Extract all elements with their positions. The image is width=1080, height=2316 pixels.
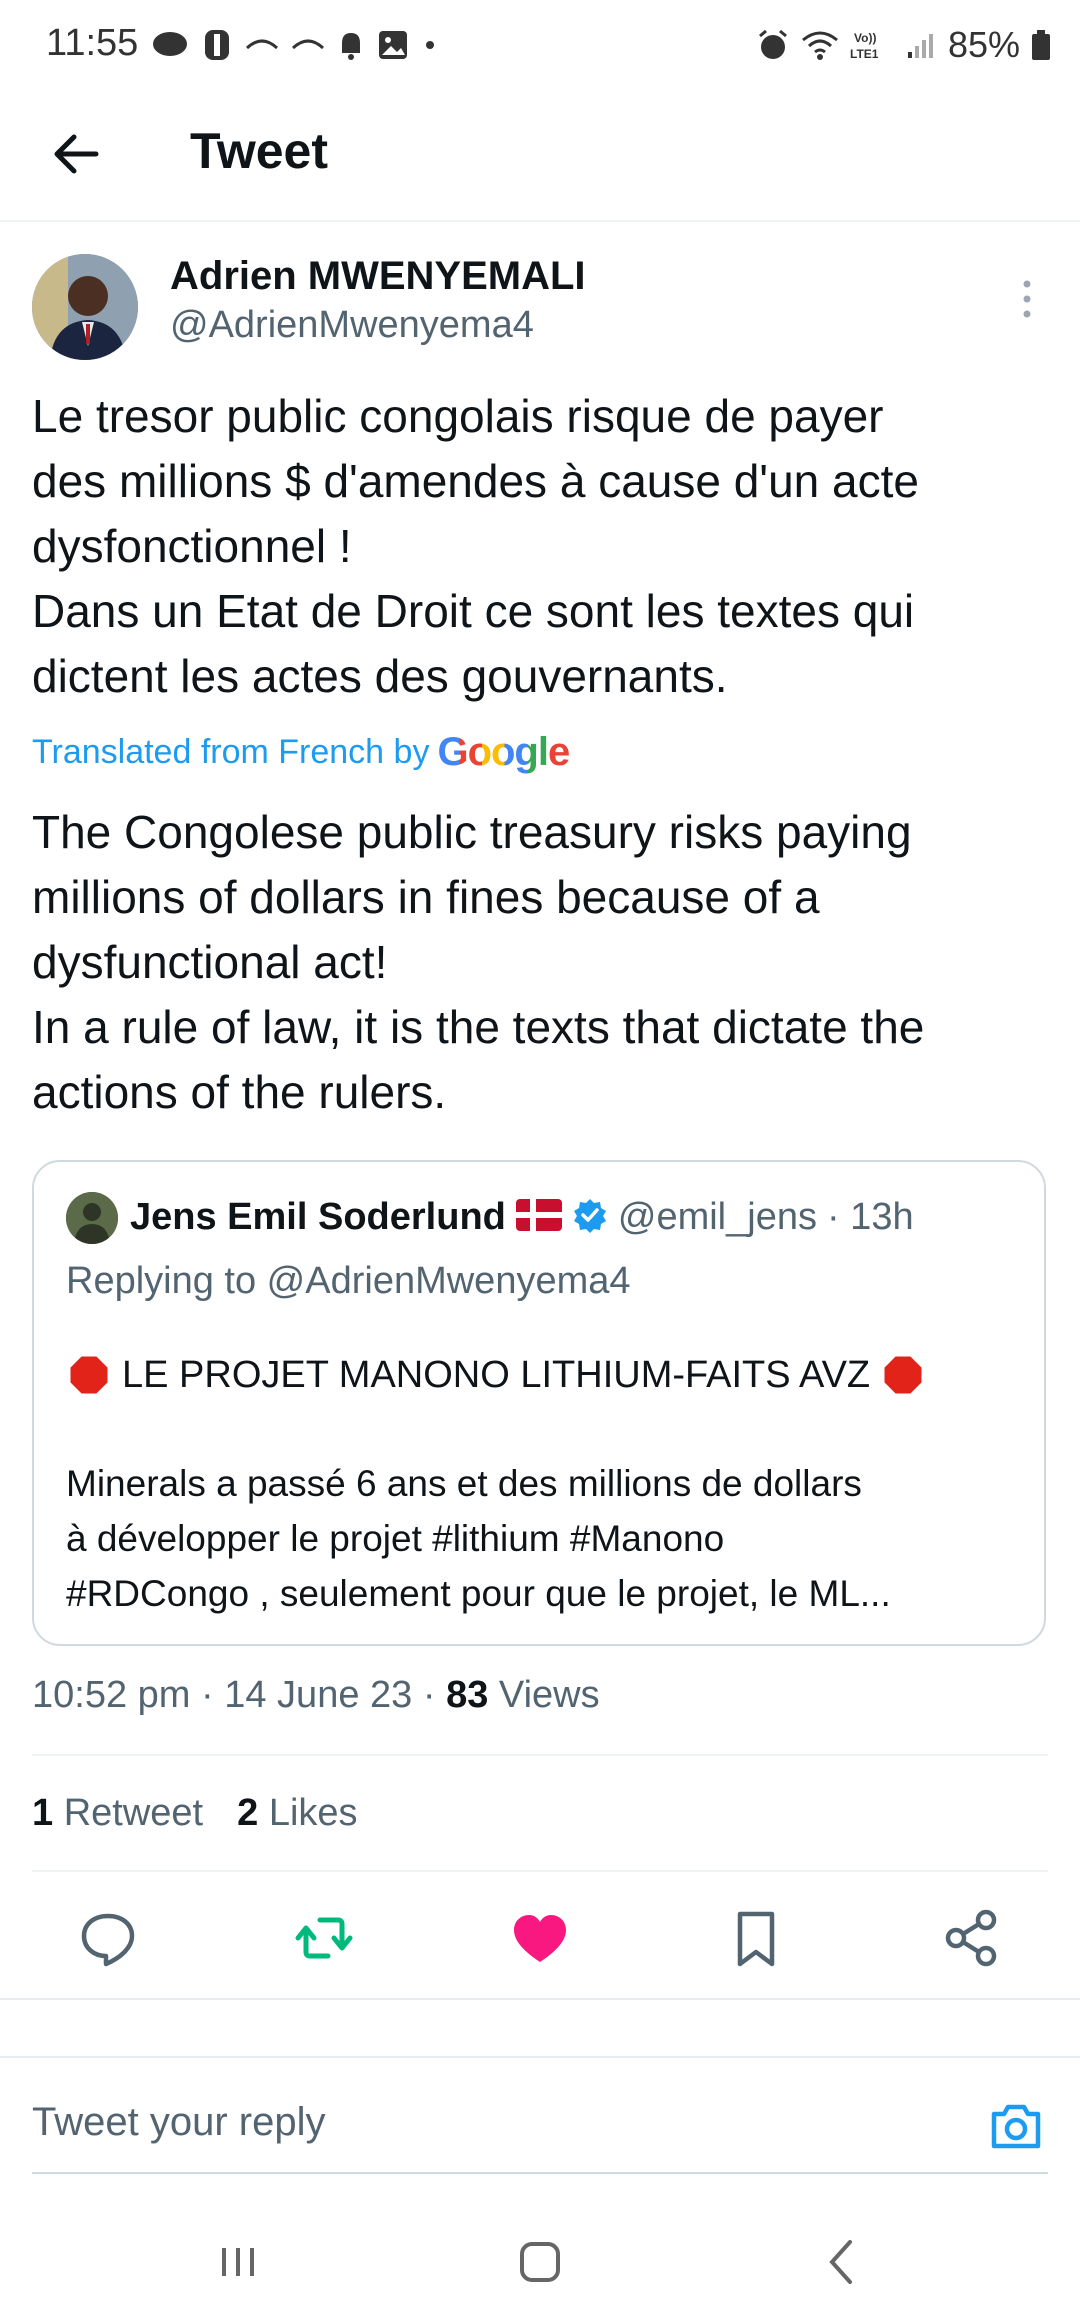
views-count: 83	[446, 1674, 489, 1716]
app-icon	[205, 30, 229, 60]
quote-author-handle: @emil_jens	[617, 1196, 817, 1238]
quote-avatar	[66, 1192, 118, 1244]
svg-text:LTE1: LTE1	[850, 47, 879, 61]
retweets-label: Retweet	[63, 1792, 204, 1834]
author-handle[interactable]: @AdrienMwenyema4	[170, 304, 534, 347]
tweet-date: 14 June 23	[224, 1674, 413, 1716]
share-icon[interactable]	[940, 1906, 1004, 1970]
divider	[32, 1754, 1048, 1756]
tweet-time: 10:52 pm	[32, 1674, 191, 1716]
quote-title-line: LE PROJET MANONO LITHIUM-FAITS AVZ	[66, 1352, 926, 1398]
status-time: 11:55	[46, 22, 139, 64]
volte-icon: Vo)) LTE1	[850, 31, 879, 61]
bookmark-icon[interactable]	[724, 1906, 788, 1970]
verified-badge-icon	[572, 1197, 608, 1238]
quote-time: · 13h	[826, 1196, 914, 1238]
retweets-stat[interactable]: 1 Retweet	[32, 1792, 203, 1835]
reply-composer	[0, 2060, 1080, 2170]
author-name[interactable]: Adrien MWENYEMALI	[170, 254, 586, 299]
battery-percent: 85%	[947, 24, 1020, 65]
quote-author-name: Jens Emil Soderlund	[130, 1196, 506, 1238]
top-app-bar: Tweet	[0, 92, 1080, 222]
divider	[32, 1870, 1048, 1872]
svg-text:Vo)): Vo))	[854, 31, 876, 45]
author-avatar[interactable]	[32, 254, 138, 360]
system-nav-bar	[0, 2200, 1080, 2316]
system-icons: Vo)) LTE1 85%	[756, 24, 1052, 66]
wave-icon	[291, 39, 325, 50]
retweet-icon[interactable]	[292, 1906, 356, 1970]
camera-icon[interactable]	[986, 2096, 1046, 2156]
image-icon	[379, 31, 407, 59]
more-options-icon[interactable]	[1012, 274, 1042, 324]
reply-input[interactable]	[32, 2100, 932, 2145]
likes-count: 2	[237, 1792, 259, 1834]
translated-text: The Congolese public treasury risks payi…	[32, 806, 925, 1118]
divider	[0, 2056, 1080, 2058]
like-heart-icon[interactable]	[508, 1906, 572, 1970]
recent-apps-icon[interactable]	[206, 2230, 270, 2294]
quote-header: Jens Emil Soderlund @emil_jens · 13h	[130, 1196, 914, 1239]
alarm-icon	[758, 29, 787, 59]
stop-sign-icon	[67, 1353, 111, 1397]
stop-sign-icon	[881, 1353, 925, 1397]
reply-icon[interactable]	[76, 1906, 140, 1970]
replying-to: Replying to @AdrienMwenyema4	[66, 1260, 631, 1302]
chat-icon	[153, 32, 187, 56]
likes-label: Likes	[268, 1792, 358, 1834]
battery-icon	[1032, 30, 1050, 60]
tweet-meta: 10:52 pm · 14 June 23 · 83 Views	[32, 1674, 600, 1717]
dot-icon	[426, 41, 434, 49]
separator: ·	[422, 1674, 436, 1716]
tweet-text: Le tresor public congolais risque de pay…	[32, 390, 919, 702]
wave-icon	[245, 39, 279, 50]
notification-icons	[150, 26, 440, 64]
wifi-icon	[801, 31, 838, 60]
status-bar: 11:55 Vo)) LTE1 85%	[0, 0, 1080, 92]
tweet-stats: 1 Retweet 2 Likes	[32, 1792, 358, 1835]
quote-body: Minerals a passé 6 ans et des millions d…	[66, 1463, 891, 1614]
divider	[32, 2172, 1048, 2174]
flag-icon	[515, 1199, 562, 1236]
views-label: Views	[498, 1674, 600, 1716]
divider	[0, 1998, 1080, 2000]
retweets-count: 1	[32, 1792, 54, 1834]
page-title: Tweet	[190, 123, 328, 179]
quote-title: LE PROJET MANONO LITHIUM-FAITS AVZ	[122, 1353, 871, 1396]
bell-icon	[342, 33, 360, 60]
quoted-tweet[interactable]: Jens Emil Soderlund @emil_jens · 13h Rep…	[32, 1160, 1046, 1646]
separator: ·	[201, 1674, 214, 1716]
signal-icon	[907, 34, 933, 58]
google-logo: Google	[437, 730, 570, 774]
back-nav-icon[interactable]	[810, 2230, 874, 2294]
likes-stat[interactable]: 2 Likes	[237, 1792, 357, 1835]
translated-label: Translated from French by	[32, 733, 430, 771]
home-icon[interactable]	[508, 2230, 572, 2294]
translation-attribution[interactable]: Translated from French by Google	[32, 730, 570, 775]
action-bar	[0, 1888, 1080, 1988]
back-arrow-icon[interactable]	[44, 122, 108, 186]
